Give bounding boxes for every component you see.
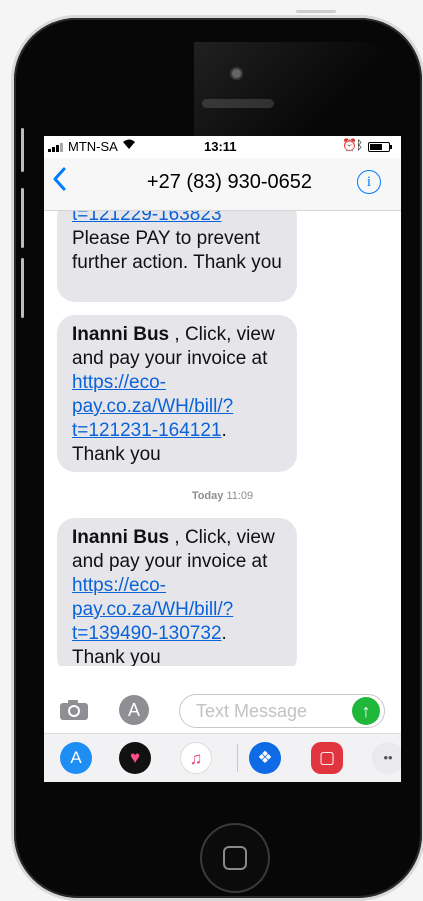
info-icon[interactable]: i (357, 170, 381, 194)
battery-icon (368, 142, 392, 152)
front-camera (232, 69, 241, 78)
status-bar: MTN-SA 13:11 ⏰ ᛒ (44, 136, 401, 158)
message-link[interactable]: https://eco-pay.co.za/WH/bill/?t=121231-… (72, 372, 233, 441)
carrier-name: MTN-SA (68, 139, 118, 154)
send-button[interactable]: ↑ (352, 697, 380, 725)
volume-up-button (21, 188, 24, 248)
earpiece-speaker (202, 99, 274, 108)
volume-down-button (21, 258, 24, 318)
message-bubble: t=121229-163823 Please PAY to prevent fu… (57, 211, 297, 302)
imessage-app-drawer: A ♥ ♫ ❖ ▢ •• (44, 733, 401, 782)
bluetooth-icon: ᛒ (356, 138, 364, 152)
conversation-header: +27 (83) 930-0652 i (44, 158, 401, 211)
phone-top-edge (296, 10, 336, 13)
message-bubble: Inanni Bus , Click, view and pay your in… (57, 518, 297, 666)
message-thread[interactable]: t=121229-163823 Please PAY to prevent fu… (44, 211, 401, 666)
mute-switch (21, 128, 24, 172)
sender-name: Inanni Bus (72, 324, 170, 345)
message-timestamp: Today 11:09 (191, 490, 254, 502)
sender-name: Inanni Bus (72, 527, 170, 548)
alarm-icon: ⏰ (342, 138, 357, 152)
camera-icon[interactable] (59, 699, 89, 721)
app-store-drawer-icon[interactable]: A (119, 695, 149, 725)
message-text: Please PAY to prevent further action. Th… (72, 228, 282, 273)
app-store-icon[interactable]: A (60, 742, 92, 774)
music-icon[interactable]: ♫ (180, 742, 212, 774)
more-apps-icon[interactable]: •• (372, 742, 401, 774)
digital-touch-icon[interactable]: ♥ (119, 742, 151, 774)
clock-time: 13:11 (204, 139, 237, 154)
signal-strength-icon (48, 143, 63, 152)
home-button[interactable] (202, 825, 268, 891)
message-link[interactable]: t=121229-163823 (72, 211, 222, 225)
card-app-icon[interactable]: ▢ (311, 742, 343, 774)
message-bubble: Inanni Bus , Click, view and pay your in… (57, 315, 297, 472)
dropbox-icon[interactable]: ❖ (249, 742, 281, 774)
home-square-icon (223, 846, 247, 870)
drawer-divider (237, 744, 238, 772)
message-link[interactable]: https://eco-pay.co.za/WH/bill/?t=139490-… (72, 575, 233, 644)
wifi-icon (122, 139, 136, 153)
phone-screen: MTN-SA 13:11 ⏰ ᛒ +27 (83) 930-0652 i t=1… (44, 136, 401, 782)
compose-bar: A Text Message ↑ (44, 689, 401, 733)
contact-number[interactable]: +27 (83) 930-0652 (44, 171, 401, 194)
